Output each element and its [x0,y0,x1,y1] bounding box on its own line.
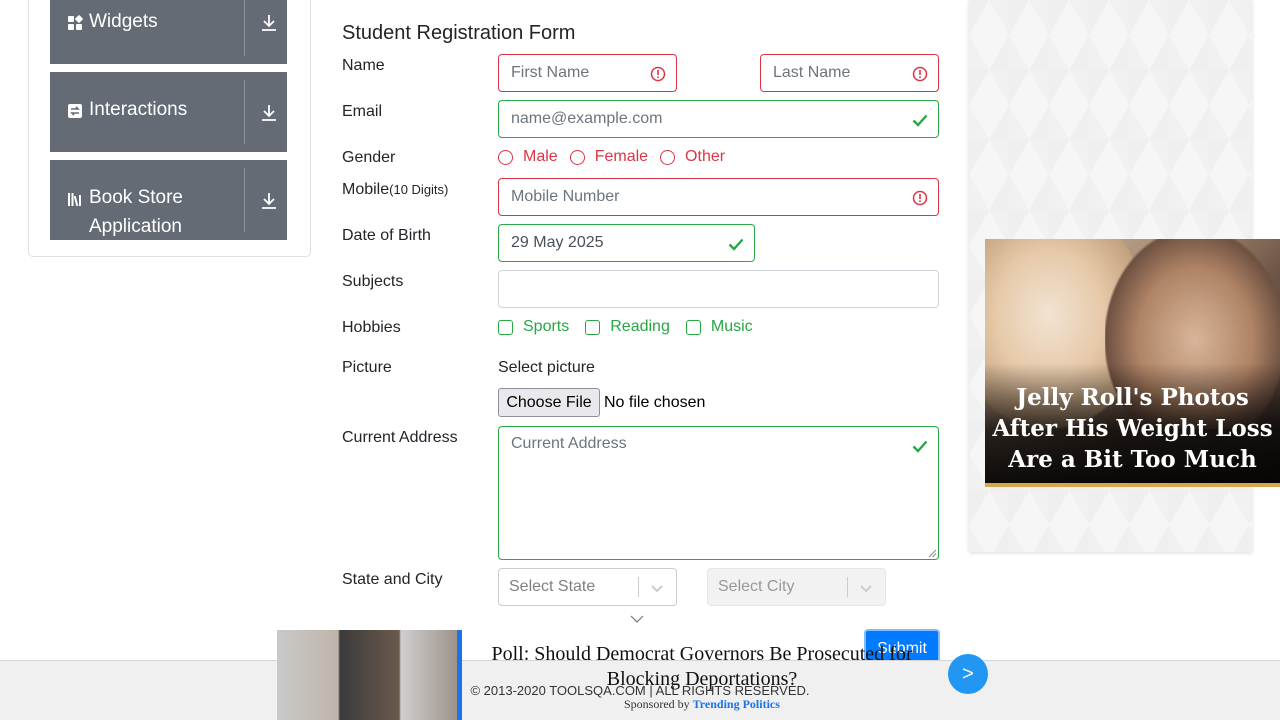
sidebar-group-label: Widgets [89,11,158,32]
sidebar-group-interactions[interactable]: Interactions [50,72,287,152]
download-icon [262,105,276,121]
gender-radio-male[interactable]: Male [498,148,558,166]
gender-radio-female[interactable]: Female [569,148,649,166]
city-placeholder: Select City [718,578,795,595]
mobile-label: Mobile(10 Digits) [342,181,448,199]
state-city-label: State and City [342,571,443,588]
mobile-hint: (10 Digits) [389,182,449,197]
gender-radio-group: Male Female Other [498,148,737,166]
divider [847,577,848,597]
next-ad-button[interactable]: > [948,654,988,694]
sponsor-name[interactable]: Trending Politics [693,697,780,711]
chevron-down-icon [630,615,644,623]
radio-circle[interactable] [660,149,676,165]
checkbox-box[interactable] [585,319,601,335]
resize-handle-icon[interactable] [928,549,937,558]
interactions-icon [68,104,82,118]
divider [244,0,245,56]
choose-file-button[interactable]: Choose File [498,388,600,417]
right-ad-card[interactable]: Jelly Roll's Photos After His Weight Los… [985,239,1280,487]
chevron-down-icon[interactable] [650,581,664,595]
error-icon [912,66,928,82]
radio-label: Other [685,148,726,165]
bottom-ad-image[interactable] [277,630,462,720]
picture-label: Picture [342,359,392,376]
book-store-icon [68,193,81,207]
error-icon [650,66,666,82]
state-placeholder: Select State [509,578,596,595]
last-name-input[interactable]: Last Name [760,54,939,92]
ad-accent-bar [985,483,1280,487]
gender-label: Gender [342,149,396,166]
check-icon [912,440,928,453]
radio-label: Female [594,148,649,165]
hobbies-label: Hobbies [342,319,401,336]
ad-accent-bar [457,630,462,720]
email-label: Email [342,103,383,120]
hobby-checkbox-music[interactable]: Music [685,318,753,336]
state-select[interactable]: Select State [498,568,677,606]
radio-circle[interactable] [498,149,513,165]
no-file-text: No file chosen [604,394,706,411]
dob-label: Date of Birth [342,227,431,244]
sponsored-by: Sponsored by Trending Politics [624,697,780,712]
sponsored-prefix: Sponsored by [624,697,690,711]
city-select[interactable]: Select City [707,568,886,606]
checkbox-label: Reading [610,318,670,335]
subjects-label: Subjects [342,273,404,290]
sidebar-group-label: Book Store Application [89,187,183,237]
checkbox-box[interactable] [685,319,701,335]
mobile-input[interactable]: Mobile Number [498,178,939,216]
check-icon [912,114,928,127]
download-icon [262,193,276,209]
divider [244,168,245,232]
download-icon [262,15,276,31]
select-picture-text: Select picture [498,359,595,376]
dob-input[interactable]: 29 May 2025 [498,224,755,262]
checkbox-label: Sports [523,318,570,335]
checkbox-box[interactable] [498,319,513,335]
email-placeholder: name@example.com [511,110,663,127]
hobby-checkbox-sports[interactable]: Sports [498,318,569,336]
last-name-placeholder: Last Name [773,64,851,81]
form-title: Student Registration Form [342,22,576,44]
mobile-placeholder: Mobile Number [511,188,620,205]
divider [244,80,245,144]
address-label: Current Address [342,429,458,446]
error-icon [912,190,928,206]
mobile-label-text: Mobile [342,181,390,198]
widgets-icon [68,15,83,30]
sidebar-group-label: Interactions [89,99,188,120]
email-input[interactable]: name@example.com [498,100,939,138]
hobbies-checkbox-group: Sports Reading Music [498,318,769,336]
chevron-down-icon[interactable] [859,581,873,595]
radio-label: Male [523,148,558,165]
gender-radio-other[interactable]: Other [660,148,725,166]
ad-headline[interactable]: Jelly Roll's Photos After His Weight Los… [985,382,1280,475]
dob-value: 29 May 2025 [511,234,604,251]
subjects-input[interactable] [498,270,939,308]
divider [638,577,639,597]
sidebar-group-book-store[interactable]: Book Store Application [50,160,287,240]
hobby-checkbox-reading[interactable]: Reading [585,318,670,336]
address-placeholder: Current Address [511,435,627,452]
check-icon [728,238,744,251]
radio-circle[interactable] [569,149,585,165]
first-name-placeholder: First Name [511,64,590,81]
first-name-input[interactable]: First Name [498,54,677,92]
sidebar-group-widgets[interactable]: Widgets [50,0,287,64]
name-label: Name [342,57,385,74]
checkbox-label: Music [710,318,753,335]
address-textarea[interactable]: Current Address [498,426,939,560]
bottom-ad-poll-text[interactable]: Poll: Should Democrat Governors Be Prose… [484,642,920,692]
